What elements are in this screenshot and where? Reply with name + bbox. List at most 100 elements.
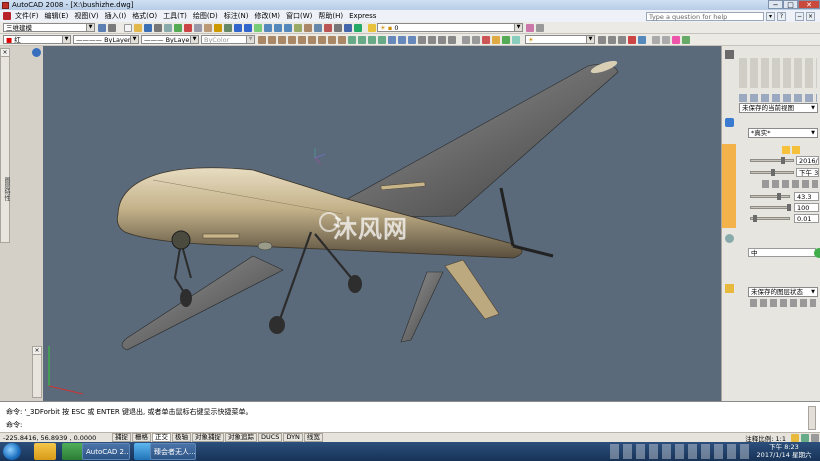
view-tools-row[interactable] (739, 94, 817, 102)
osnap-toggle[interactable]: 对象捕捉 (192, 433, 224, 442)
make-current-icon[interactable] (526, 23, 534, 32)
file-explorer-icon[interactable] (34, 443, 56, 460)
extrude-icon[interactable] (348, 35, 356, 44)
ortho-toggle[interactable]: 正交 (152, 433, 171, 442)
revolve-icon[interactable] (358, 35, 366, 44)
time-slider[interactable] (750, 169, 794, 176)
command-prompt[interactable]: 命令: (6, 420, 22, 430)
midtones-slider-thumb[interactable] (753, 215, 757, 222)
cone-icon[interactable] (278, 35, 286, 44)
material-field[interactable]: 中 (748, 248, 816, 257)
layer-tools-icon[interactable] (598, 35, 606, 44)
start-button[interactable] (3, 443, 21, 460)
midtones-slider[interactable] (750, 215, 790, 222)
extra-2-icon[interactable] (662, 35, 670, 44)
lineweight-combo[interactable]: ——— ByLayer ▼ (141, 35, 199, 44)
layer-state-combo[interactable]: ☀ ▪ 0 ▼ (377, 23, 523, 32)
calculator-icon[interactable] (344, 23, 352, 32)
pan-icon[interactable] (254, 23, 262, 32)
menu-express[interactable]: Express (346, 12, 379, 20)
preview-icon[interactable] (164, 23, 172, 32)
lineweight-toggle[interactable]: 线宽 (303, 433, 323, 442)
light-tools-row[interactable] (762, 180, 818, 188)
help-icon[interactable] (354, 23, 362, 32)
torus-icon[interactable] (308, 35, 316, 44)
properties-icon[interactable] (294, 23, 302, 32)
menu-tools[interactable]: 工具(T) (160, 11, 190, 21)
otrack-toggle[interactable]: 对象追踪 (225, 433, 257, 442)
sphere-icon[interactable] (288, 35, 296, 44)
autocad-taskbar-icon[interactable] (62, 443, 84, 460)
plotstyle-combo[interactable]: ByColor ▼ (201, 35, 255, 44)
3d-rotate-icon[interactable] (428, 35, 436, 44)
menu-modify[interactable]: 修改(M) (251, 11, 283, 21)
save-icon[interactable] (144, 23, 152, 32)
maximize-button[interactable]: □ (783, 0, 798, 9)
visual-style-combo[interactable]: *真实* ▼ (748, 128, 818, 138)
view-combo[interactable]: 未保存的当前视图 ▼ (739, 103, 818, 113)
menu-format[interactable]: 格式(O) (129, 11, 160, 21)
undo-icon[interactable] (234, 23, 242, 32)
zoom-window-icon[interactable] (274, 23, 282, 32)
intersect-icon[interactable] (408, 35, 416, 44)
layer-isolate-icon[interactable] (608, 35, 616, 44)
layer-off-icon[interactable] (618, 35, 626, 44)
help-button[interactable]: ? (777, 12, 786, 21)
brightness-field[interactable]: 43.3 (794, 192, 819, 201)
contrast-slider-thumb[interactable] (787, 204, 791, 211)
sun-icon[interactable] (782, 146, 790, 154)
union-icon[interactable] (388, 35, 396, 44)
tray-settings-icon[interactable] (811, 433, 819, 442)
3d-move-icon[interactable] (418, 35, 426, 44)
3d-array-icon[interactable] (448, 35, 456, 44)
markup-icon[interactable] (334, 23, 342, 32)
layer-previous-icon[interactable] (536, 23, 544, 32)
planar-surface-icon[interactable] (338, 35, 346, 44)
taskbar-autocad[interactable]: AutoCAD 2... (82, 443, 130, 460)
help-search-input[interactable]: Type a question for help (646, 12, 764, 21)
loft-icon[interactable] (378, 35, 386, 44)
menu-view[interactable]: 视图(V) (71, 11, 101, 21)
command-window[interactable]: 命令: '_3DForbit 按 ESC 或 ENTER 键退出, 或者单击鼠标… (0, 401, 820, 432)
time-slider-thumb[interactable] (771, 169, 775, 176)
subtract-icon[interactable] (398, 35, 406, 44)
tool-palettes-icon[interactable] (314, 23, 322, 32)
3d-tools-grid[interactable] (739, 58, 817, 88)
color-combo[interactable]: ■ 红 ▼ (3, 35, 71, 44)
camera-icon[interactable] (472, 35, 480, 44)
layer-properties-palette[interactable]: × 图层特性 (0, 48, 10, 243)
annotation-visibility-icon[interactable] (791, 433, 799, 442)
brightness-slider[interactable] (750, 193, 790, 200)
pyramid-icon[interactable] (318, 35, 326, 44)
box-icon[interactable] (258, 35, 266, 44)
3d-align-icon[interactable] (438, 35, 446, 44)
taskbar-browser[interactable]: 臻会者无人... (150, 443, 196, 460)
lights-tab[interactable] (722, 144, 736, 228)
doc-close-button[interactable]: × (806, 12, 815, 21)
date-slider[interactable] (750, 157, 794, 164)
print-icon[interactable] (154, 23, 162, 32)
material-apply-icon[interactable] (814, 248, 820, 258)
extra-4-icon[interactable] (682, 35, 690, 44)
contrast-field[interactable]: 100 (794, 203, 819, 212)
layer-manager-icon[interactable] (368, 23, 376, 32)
lower-palette[interactable]: × (32, 346, 42, 398)
menu-insert[interactable]: 插入(I) (102, 11, 130, 21)
sheet-set-icon[interactable] (324, 23, 332, 32)
menu-help[interactable]: 帮助(H) (315, 11, 346, 21)
coordinate-readout[interactable]: -225.8416, 56.8939 , 0.0000 (0, 434, 112, 442)
zoom-realtime-icon[interactable] (264, 23, 272, 32)
workspace-combo[interactable]: 三维建模 ▼ (3, 23, 95, 32)
lock-icon[interactable] (801, 433, 809, 442)
sun-properties-icon[interactable] (792, 146, 800, 154)
close-icon[interactable]: × (1, 49, 9, 57)
drawing-viewport[interactable]: 沐风网 (43, 46, 721, 401)
view-icon[interactable] (462, 35, 470, 44)
extra-1-icon[interactable] (652, 35, 660, 44)
menu-dimension[interactable]: 标注(N) (221, 11, 252, 21)
open-icon[interactable] (134, 23, 142, 32)
minimize-button[interactable]: − (768, 0, 783, 9)
menu-edit[interactable]: 编辑(E) (42, 11, 72, 21)
zoom-previous-icon[interactable] (284, 23, 292, 32)
light-icon[interactable] (492, 35, 500, 44)
